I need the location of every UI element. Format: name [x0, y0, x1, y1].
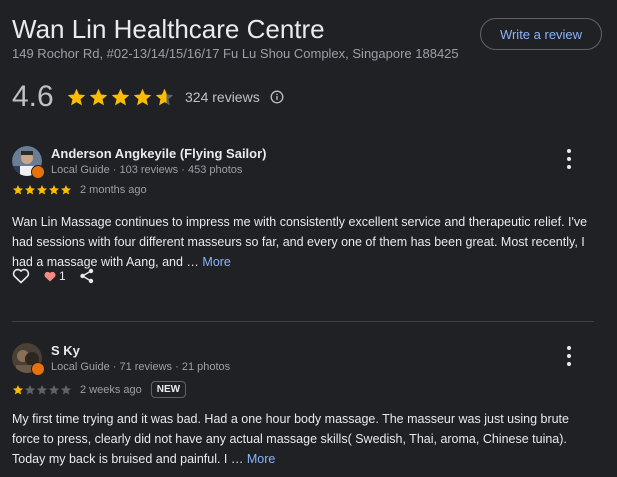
info-icon[interactable] — [270, 90, 284, 104]
reviewer-name[interactable]: S Ky — [51, 343, 80, 358]
more-link[interactable]: More — [202, 255, 230, 269]
reviewer-meta: Local Guide · 103 reviews · 453 photos — [51, 164, 243, 176]
rating-stars — [66, 87, 175, 108]
more-link[interactable]: More — [247, 452, 275, 466]
star-icon — [25, 384, 35, 394]
star-icon — [37, 384, 47, 394]
star-icon — [67, 88, 86, 105]
review-date: 2 weeks ago — [80, 383, 142, 396]
star-icon — [49, 384, 59, 394]
review-stars — [12, 184, 72, 196]
local-guide-badge-icon — [31, 165, 45, 179]
share-icon[interactable] — [79, 268, 95, 284]
review-card: Anderson Angkeyile (Flying Sailor) Local… — [12, 146, 602, 311]
review-count[interactable]: 324 reviews — [185, 89, 260, 105]
heart-reaction-icon[interactable] — [44, 271, 56, 282]
star-icon — [49, 185, 59, 195]
star-icon — [89, 88, 108, 105]
write-review-button[interactable]: Write a review — [480, 18, 602, 50]
new-badge: NEW — [150, 381, 187, 398]
like-count: 1 — [59, 269, 66, 283]
star-icon — [37, 185, 47, 195]
reviewer-name[interactable]: Anderson Angkeyile (Flying Sailor) — [51, 146, 267, 161]
more-options-icon[interactable] — [561, 149, 577, 169]
like-icon[interactable] — [12, 268, 30, 284]
review-date: 2 months ago — [80, 184, 147, 196]
review-text: My first time trying and it was bad. Had… — [12, 412, 569, 466]
review-actions: 1 — [12, 268, 95, 284]
star-icon — [61, 384, 71, 394]
overall-rating: 4.6 324 reviews — [12, 80, 284, 114]
star-icon — [61, 185, 71, 195]
star-icon — [13, 384, 23, 394]
star-icon — [133, 88, 152, 105]
star-icon — [13, 185, 23, 195]
more-options-icon[interactable] — [561, 346, 577, 366]
review-stars — [12, 384, 72, 396]
star-icon — [155, 88, 174, 105]
star-icon — [25, 185, 35, 195]
review-divider — [12, 321, 594, 322]
star-icon — [111, 88, 130, 105]
review-card: S Ky Local Guide · 71 reviews · 21 photo… — [12, 343, 602, 473]
rating-value: 4.6 — [12, 80, 54, 113]
review-text: Wan Lin Massage continues to impress me … — [12, 215, 588, 269]
local-guide-badge-icon — [31, 362, 45, 376]
reviewer-meta: Local Guide · 71 reviews · 21 photos — [51, 361, 231, 373]
